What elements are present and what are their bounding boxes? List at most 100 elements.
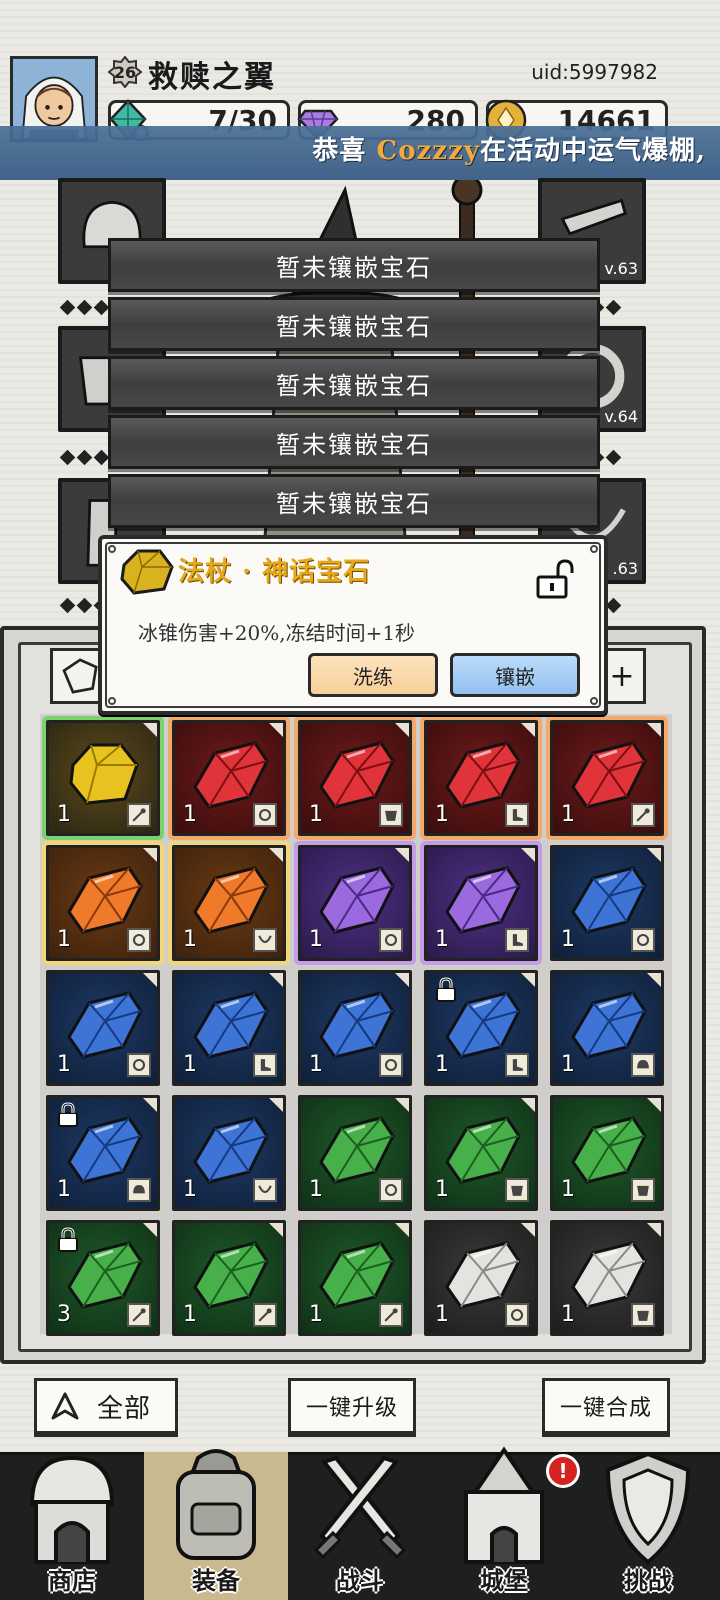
amulet-slot-icon: [253, 1178, 277, 1202]
gem-cell[interactable]: 1: [172, 720, 286, 836]
gem-cell[interactable]: 1: [172, 970, 286, 1086]
lock-icon: [436, 977, 456, 1002]
gem-count: 1: [561, 1052, 575, 1077]
announcement-suffix: 在活动中运气爆棚,: [479, 136, 706, 166]
boots-slot-icon: [253, 1053, 277, 1077]
nav-label: 装备: [192, 1566, 240, 1595]
ring-slot-icon: [379, 1053, 403, 1077]
upgrade-all-button[interactable]: 一键升级: [288, 1378, 416, 1434]
ring-slot-icon: [253, 803, 277, 827]
nav-shop[interactable]: 商店: [0, 1452, 144, 1600]
gem-cell[interactable]: 1: [172, 845, 286, 961]
announcement-prefix: 恭喜: [312, 136, 367, 166]
amulet-slot-icon: [253, 928, 277, 952]
staff-slot-icon: [127, 1303, 151, 1327]
gem-count: 1: [183, 1177, 197, 1202]
gem-cell[interactable]: 1: [46, 970, 160, 1086]
lock-icon: [58, 1227, 78, 1252]
helmet-slot-icon: [127, 1178, 151, 1202]
gem-cell[interactable]: 1: [172, 1095, 286, 1211]
gem-cell[interactable]: 1: [424, 1220, 538, 1336]
gem-count: 1: [561, 1302, 575, 1327]
gem-cell[interactable]: 1: [298, 1220, 412, 1336]
castle-notification-badge: !: [546, 1454, 580, 1488]
equip-level: .63: [612, 559, 638, 578]
staff-slot-icon: [631, 803, 655, 827]
level-badge: 26: [108, 56, 142, 88]
shop-icon: [29, 1455, 115, 1564]
player-name: 救赎之翼: [148, 60, 276, 95]
lock-icon: [58, 1102, 78, 1127]
gem-socket-2[interactable]: 暂未镶嵌宝石: [108, 297, 600, 351]
gem-cell[interactable]: 1: [46, 720, 160, 836]
reforge-button[interactable]: 洗练: [308, 653, 438, 697]
gem-description: 冰锥伤害+20%,冻结时间+1秒: [138, 621, 416, 645]
nav-label: 商店: [48, 1566, 96, 1595]
staff-slot-icon: [379, 1303, 403, 1327]
level-number: 26: [113, 62, 137, 82]
gem-count: 1: [309, 1052, 323, 1077]
gem-socket-4[interactable]: 暂未镶嵌宝石: [108, 415, 600, 469]
gem-cell[interactable]: 1: [172, 1220, 286, 1336]
boots-slot-icon: [505, 1053, 529, 1077]
gem-cell[interactable]: 1: [424, 970, 538, 1086]
unlock-icon[interactable]: [534, 559, 574, 601]
gem-cell[interactable]: 1: [550, 1095, 664, 1211]
gem-count: 1: [561, 1177, 575, 1202]
gem-cell[interactable]: 1: [424, 845, 538, 961]
gem-count: 1: [435, 927, 449, 952]
nav-equipment[interactable]: 装备: [144, 1449, 288, 1600]
gem-cell[interactable]: 1: [298, 720, 412, 836]
gem-count: 1: [309, 927, 323, 952]
gem-cell[interactable]: 1: [298, 1095, 412, 1211]
gem-count: 1: [57, 1177, 71, 1202]
nav-label: 挑战: [624, 1566, 672, 1595]
gem-count: 1: [57, 927, 71, 952]
boots-slot-icon: [505, 803, 529, 827]
gem-socket-3[interactable]: 暂未镶嵌宝石: [108, 356, 600, 410]
gem-count: 1: [309, 1302, 323, 1327]
ring-slot-icon: [631, 928, 655, 952]
gem-count: 1: [435, 1052, 449, 1077]
gem-cell[interactable]: 1: [550, 1220, 664, 1336]
shield-icon: [605, 1451, 691, 1565]
gem-count: 1: [57, 802, 71, 827]
armor-slot-icon: [631, 1178, 655, 1202]
gem-cell[interactable]: 1: [550, 970, 664, 1086]
gem-cell[interactable]: 3: [46, 1220, 160, 1336]
nav-challenge[interactable]: 挑战: [576, 1451, 720, 1600]
gem-cell[interactable]: 1: [550, 720, 664, 836]
announcement-player: Cozzzy: [376, 136, 480, 166]
player-uid: uid:5997982: [531, 60, 658, 84]
gem-cell[interactable]: 1: [298, 845, 412, 961]
nav-label: 战斗: [336, 1566, 384, 1595]
mythic-gem-icon: [120, 549, 174, 595]
gem-socket-5[interactable]: 暂未镶嵌宝石: [108, 474, 600, 528]
gem-title: 法杖 · 神话宝石: [178, 557, 371, 587]
gem-cell[interactable]: 1: [298, 970, 412, 1086]
boots-slot-icon: [505, 928, 529, 952]
armor-slot-icon: [631, 1303, 655, 1327]
backpack-icon: [176, 1449, 256, 1560]
gem-count: 3: [57, 1302, 71, 1327]
equip-level: v.64: [604, 407, 638, 426]
gem-cell[interactable]: 1: [46, 1095, 160, 1211]
gem-count: 1: [57, 1052, 71, 1077]
inlay-button[interactable]: 镶嵌: [450, 653, 580, 697]
nav-label: 城堡: [480, 1566, 528, 1595]
merge-all-button[interactable]: 一键合成: [542, 1378, 670, 1434]
filter-all-button[interactable]: 全部: [34, 1378, 178, 1434]
gem-cell[interactable]: 1: [550, 845, 664, 961]
gem-grid: 1 1 1 1 1 1 1 1 1 1 1 1 1 1 1 1 1 1 1 1 3 1 1 1 1: [40, 714, 672, 1336]
crossed-swords-icon: [313, 1455, 407, 1560]
gem-socket-1[interactable]: 暂未镶嵌宝石: [108, 238, 600, 292]
gem-count: 1: [435, 802, 449, 827]
nav-battle[interactable]: 战斗: [288, 1452, 432, 1600]
ring-slot-icon: [379, 1178, 403, 1202]
gem-cell[interactable]: 1: [46, 845, 160, 961]
gem-count: 1: [561, 802, 575, 827]
triangle-up-icon: [51, 1392, 79, 1420]
gem-cell[interactable]: 1: [424, 720, 538, 836]
gem-cell[interactable]: 1: [424, 1095, 538, 1211]
gem-count: 1: [435, 1177, 449, 1202]
